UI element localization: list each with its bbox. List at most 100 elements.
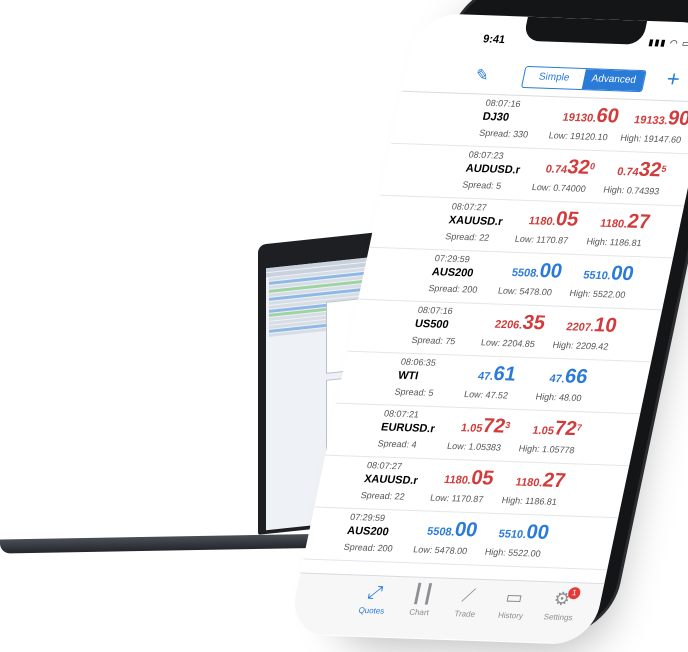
quote-high: High: 19147.60 (619, 132, 683, 145)
ask-price-pips: 32 (636, 158, 664, 182)
ask-price: 1180.27 (514, 468, 567, 493)
bid-price: 47.61 (476, 362, 519, 386)
tab-label: Quotes (357, 605, 386, 616)
quote-high: High: 1.05778 (517, 443, 576, 456)
ask-price: 2207.10 (565, 313, 619, 338)
pencil-icon[interactable]: ✎ (473, 65, 491, 85)
bid-price-pips: 00 (537, 259, 565, 283)
quote-low: Low: 1170.87 (514, 233, 570, 246)
ask-price-pips: 90 (665, 107, 688, 131)
segment-simple[interactable]: Simple (522, 67, 586, 89)
bid-price-pips: 61 (491, 362, 519, 386)
segment-advanced[interactable]: Advanced (581, 69, 646, 92)
ask-price-pips: 00 (524, 521, 552, 544)
quote-symbol: AUDUSD.r (464, 162, 522, 177)
bid-price-pips: 00 (452, 518, 480, 542)
bid-price-pips: 60 (594, 104, 622, 128)
quote-row[interactable]: 07:29:59 AUS200 Spread: 200 5508.00 5510.00 L… (303, 507, 619, 571)
tab-label: Trade (453, 609, 476, 619)
phone-device: 9:41 ▮▮▮ ◠ ▭ ✎ Simple Advanced + 08:07:1… (0, 0, 688, 652)
trend-icon: ⟋ (460, 585, 478, 606)
tab-history[interactable]: ▭ History (487, 586, 540, 621)
quote-high: High: 48.00 (534, 391, 583, 404)
quote-high: High: 0.74393 (602, 184, 661, 197)
ask-price: 1.05727 (531, 417, 584, 442)
ask-price-prefix: 1180. (599, 217, 629, 231)
quote-symbol: WTI (396, 369, 420, 383)
ask-price: 19133.90 (632, 106, 688, 131)
quote-low: Low: 19120.10 (547, 130, 609, 143)
tab-label: History (497, 610, 524, 621)
quote-spread: Spread: 75 (410, 334, 457, 347)
tab-label: Settings (542, 612, 574, 623)
ask-price-prefix: 5510. (497, 528, 528, 542)
bid-price-pips: 35 (520, 311, 548, 335)
quote-spread: Spread: 200 (427, 283, 479, 295)
bid-price: 2206.35 (493, 311, 548, 336)
bid-price-prefix: 5508. (510, 266, 541, 280)
quote-high: High: 2209.42 (551, 339, 610, 352)
ask-price-pips: 66 (562, 365, 590, 389)
tab-chart[interactable]: ┃┃ Chart (395, 583, 448, 618)
bid-price: 19130.60 (561, 104, 621, 129)
ask-price: 5510.00 (581, 261, 636, 286)
quote-high: High: 1186.81 (585, 236, 643, 249)
quote-time: 08:07:23 (467, 149, 505, 161)
quote-spread: Spread: 5 (393, 386, 435, 398)
quote-time: 08:07:27 (450, 201, 488, 213)
quote-high: High: 5522.00 (568, 288, 627, 300)
quote-symbol: US500 (413, 317, 450, 331)
quote-spread: Spread: 200 (342, 541, 394, 554)
quote-low: Low: 47.52 (463, 389, 510, 401)
candles-icon: ┃┃ (410, 583, 436, 605)
status-icons: ▮▮▮ ◠ ▭ (647, 37, 688, 49)
bid-price: 1.05723 (459, 414, 512, 439)
quote-time: 08:07:27 (366, 460, 404, 472)
quote-spread: Spread: 330 (478, 127, 530, 140)
quote-low: Low: 0.74000 (530, 181, 587, 194)
quote-time: 07:29:59 (349, 511, 387, 524)
status-time: 9:41 (481, 33, 507, 47)
quote-symbol: EURUSD.r (379, 421, 436, 436)
tab-settings[interactable]: ⚙ 1 Settings (534, 586, 587, 623)
ask-price: 47.66 (548, 365, 590, 389)
tab-trade[interactable]: ⟋ Trade (441, 585, 494, 620)
quote-high: High: 1186.81 (500, 495, 558, 507)
quote-spread: Spread: 5 (461, 179, 503, 191)
bid-price-pips: 05 (553, 208, 581, 231)
bid-price-fraction: 0 (589, 161, 597, 172)
quote-symbol: DJ30 (481, 110, 511, 124)
quote-symbol: AUS200 (430, 266, 475, 280)
bid-price: 5508.00 (425, 518, 480, 543)
ask-price-fraction: 5 (660, 163, 668, 174)
ask-price: 0.74325 (615, 158, 668, 183)
bid-price-pips: 72 (480, 414, 508, 438)
ask-price-prefix: 5510. (582, 269, 612, 283)
bid-price: 1180.05 (442, 466, 496, 491)
bid-price-prefix: 1180. (442, 473, 473, 487)
ask-price-prefix: 19133. (632, 114, 669, 128)
ask-price: 1180.27 (598, 210, 652, 235)
plus-icon[interactable]: + (664, 66, 682, 92)
quote-low: Low: 1.05383 (446, 440, 503, 453)
phone-screen: 9:41 ▮▮▮ ◠ ▭ ✎ Simple Advanced + 08:07:1… (287, 12, 688, 646)
arrows-icon: ⤢ (366, 582, 385, 603)
quote-low: Low: 5478.00 (497, 285, 553, 298)
bid-price: 1180.05 (527, 207, 581, 232)
ask-price-prefix: 1180. (514, 476, 544, 490)
bid-price-prefix: 5508. (425, 525, 456, 539)
quote-spread: Spread: 4 (376, 438, 418, 450)
ask-price-pips: 72 (552, 417, 579, 441)
inbox-icon: ▭ (503, 586, 525, 608)
tab-quotes[interactable]: ⤢ Quotes (348, 581, 401, 616)
bid-price-pips: 05 (469, 466, 496, 490)
ask-price-prefix: 2207. (565, 321, 596, 335)
quote-time: 07:29:59 (433, 253, 471, 265)
ask-price-pips: 27 (625, 210, 653, 234)
quote-time: 08:07:21 (383, 408, 420, 420)
bid-price-fraction: 3 (504, 420, 512, 431)
quote-high: High: 5522.00 (483, 546, 542, 559)
tab-bar: ⤢ Quotes ┃┃ Chart ⟋ Trade ▭ History ⚙ 1 … (287, 572, 605, 645)
ask-price: 5510.00 (497, 520, 551, 545)
quote-low: Low: 2204.85 (480, 337, 536, 350)
